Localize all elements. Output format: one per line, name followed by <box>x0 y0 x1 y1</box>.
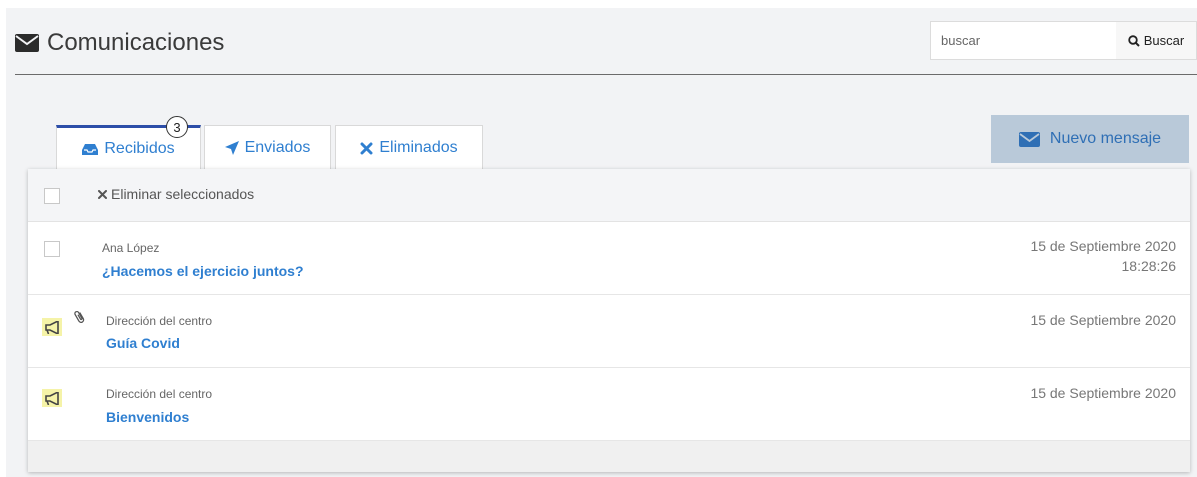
tab-enviados[interactable]: Enviados <box>204 125 331 170</box>
message-checkbox[interactable] <box>44 241 60 257</box>
message-date-day: 15 de Septiembre 2020 <box>1030 238 1176 254</box>
search-input[interactable] <box>930 21 1117 60</box>
new-message-button[interactable]: Nuevo mensaje <box>991 115 1189 163</box>
times-icon <box>98 189 107 199</box>
search-icon <box>1128 34 1140 47</box>
message-date: 15 de Septiembre 2020 18:28:26 <box>1030 236 1176 276</box>
search-button[interactable]: Buscar <box>1116 21 1197 60</box>
message-date: 15 de Septiembre 2020 <box>1030 310 1176 330</box>
inbox-icon <box>82 143 99 156</box>
message-row[interactable]: Dirección del centro Guía Covid 15 de Se… <box>28 295 1190 368</box>
search-button-label: Buscar <box>1143 33 1185 48</box>
message-date-day: 15 de Septiembre 2020 <box>1030 312 1176 328</box>
page-title: Comunicaciones <box>15 26 224 60</box>
message-row[interactable]: Ana López ¿Hacemos el ejercicio juntos? … <box>28 222 1190 295</box>
envelope-icon <box>15 34 39 52</box>
message-subject[interactable]: ¿Hacemos el ejercicio juntos? <box>102 263 304 279</box>
message-sender: Ana López <box>102 241 160 255</box>
message-list-panel: Eliminar seleccionados Ana López ¿Hacemo… <box>28 169 1190 472</box>
paper-plane-icon <box>224 141 239 155</box>
message-date-time: 18:28:26 <box>1121 258 1177 274</box>
tab-eliminados-label: Eliminados <box>379 139 458 156</box>
message-list-toolbar: Eliminar seleccionados <box>28 169 1190 222</box>
paperclip-icon <box>74 309 86 325</box>
message-list-footer <box>28 441 1190 472</box>
message-row[interactable]: Dirección del centro Bienvenidos 15 de S… <box>28 368 1190 441</box>
announcement-icon <box>42 318 62 336</box>
tab-enviados-label: Enviados <box>244 139 311 156</box>
page: Comunicaciones Buscar Recibidos 3 Envi <box>6 8 1197 477</box>
times-icon <box>360 142 373 155</box>
delete-selected-label: Eliminar seleccionados <box>111 186 255 202</box>
tab-eliminados[interactable]: Eliminados <box>335 125 483 170</box>
delete-selected-button[interactable]: Eliminar seleccionados <box>98 186 254 202</box>
message-subject[interactable]: Bienvenidos <box>106 409 189 425</box>
select-all-checkbox[interactable] <box>44 188 60 204</box>
new-message-label: Nuevo mensaje <box>1049 130 1162 147</box>
message-subject[interactable]: Guía Covid <box>106 335 180 351</box>
unread-count-badge: 3 <box>166 116 188 138</box>
message-date-day: 15 de Septiembre 2020 <box>1030 385 1176 401</box>
message-date: 15 de Septiembre 2020 <box>1030 383 1176 403</box>
message-sender: Dirección del centro <box>106 314 213 328</box>
tab-recibidos-label: Recibidos <box>104 140 175 157</box>
message-sender: Dirección del centro <box>106 387 213 401</box>
announcement-icon <box>42 389 62 407</box>
header-divider <box>15 74 1197 75</box>
page-title-text: Comunicaciones <box>47 29 225 56</box>
envelope-icon <box>1018 131 1040 147</box>
